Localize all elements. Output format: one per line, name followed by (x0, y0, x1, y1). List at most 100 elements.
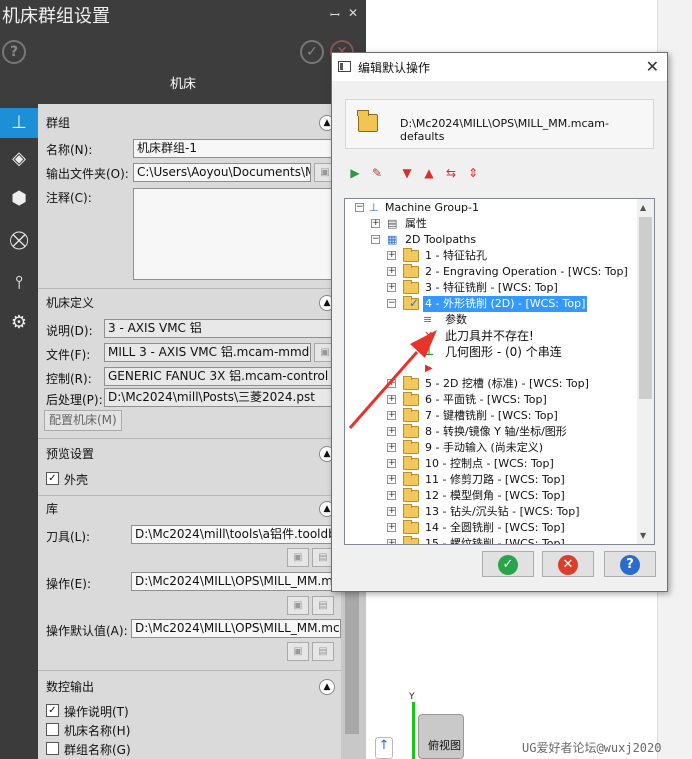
scroll-up-icon[interactable]: ▲ (640, 203, 646, 212)
browse-tool-icon[interactable]: ▣ (287, 548, 309, 567)
wand-icon[interactable]: ✎ (368, 163, 386, 183)
ops-library-field[interactable]: D:\Mc2024\MILL\OPS\MILL_MM.mcam (131, 572, 341, 591)
close-icon[interactable]: ✕ (646, 57, 659, 76)
tree-op[interactable]: + 6 - 平面铣 - [WCS: Top] (387, 392, 637, 408)
move-down-icon[interactable]: ▼ (398, 163, 416, 183)
tree-properties[interactable]: + ▤ 属性 (371, 216, 571, 232)
browse-ops-icon[interactable]: ▣ (287, 596, 309, 615)
collapse-toggle-icon[interactable]: − (371, 235, 380, 244)
tree-op[interactable]: + 5 - 2D 挖槽 (标准) - [WCS: Top] (387, 376, 637, 392)
expand-toggle-icon[interactable]: + (387, 523, 396, 532)
tree-op[interactable]: + 9 - 手动输入 (尚未定义) (387, 440, 637, 456)
tree-op-label: 9 - 手动输入 (尚未定义) (425, 441, 544, 454)
expand-toggle-icon[interactable]: + (387, 283, 396, 292)
cancel-button[interactable]: ✕ (542, 551, 594, 577)
group-section-header[interactable]: 群组 ▲ (38, 112, 341, 134)
tree-child-params[interactable]: ≡ 参数 (423, 312, 623, 328)
up-arrow-icon[interactable]: ↑ (375, 737, 393, 759)
collapse-icon[interactable]: ▲ (319, 679, 335, 695)
machine-tab-icon[interactable]: ⊥ (0, 108, 38, 138)
tree-op[interactable]: + 7 - 键槽铣削 - [WCS: Top] (387, 408, 637, 424)
collapse-toggle-icon[interactable]: − (355, 203, 364, 212)
select-arrow-icon[interactable]: ▶ (346, 163, 364, 183)
panel-header: 机床群组设置 ꟷ ✕ ? ✓ ✕ 机床 (0, 0, 366, 104)
machine-name-checkbox[interactable] (46, 723, 59, 736)
group-name-checkbox[interactable] (46, 742, 59, 755)
help-icon[interactable]: ? (2, 40, 26, 64)
nc-output-section-header[interactable]: 数控输出 ▲ (38, 676, 341, 698)
expand-toggle-icon[interactable]: + (387, 491, 396, 500)
edit-ops-icon[interactable]: ▤ (312, 596, 334, 615)
preview-section-header[interactable]: 预览设置 ▲ (38, 443, 341, 465)
toolpaths-icon: ▦ (387, 233, 398, 246)
tool-settings-icon[interactable]: ◈ (0, 144, 38, 174)
edit-defaults-icon[interactable]: ▤ (312, 642, 334, 661)
help-button[interactable]: ? (604, 551, 656, 577)
close-icon[interactable]: ✕ (348, 6, 358, 20)
folder-icon (403, 472, 419, 486)
open-folder-icon[interactable] (357, 110, 378, 132)
expand-toggle-icon[interactable]: + (387, 459, 396, 468)
expand-toggle-icon[interactable]: + (387, 411, 396, 420)
safety-zone-icon[interactable]: ⛒ (0, 226, 38, 256)
tree-op-selected[interactable]: − ✓ 4 - 外形铣削 (2D) - [WCS: Top] (387, 296, 637, 312)
output-folder-field[interactable]: C:\Users\Aoyou\Documents\M (133, 163, 311, 182)
collapse-toggle-icon[interactable]: − (387, 299, 396, 308)
tree-op[interactable]: + 2 - Engraving Operation - [WCS: Top] (387, 264, 637, 280)
scroll-down-icon[interactable]: ▼ (640, 531, 646, 540)
tool-library-label: 刀具(L): (46, 530, 91, 544)
tree-op[interactable]: + 15 - 螺纹铣削 - [WCS: Top] (387, 536, 637, 545)
expand-toggle-icon[interactable]: + (387, 379, 396, 388)
pin-icon[interactable]: ꟷ (330, 6, 340, 23)
stock-setup-icon[interactable]: ⬢ (0, 184, 38, 214)
expand-collapse-icon[interactable]: ⇕ (464, 163, 482, 183)
description-field: 3 - AXIS VMC 铝 (104, 319, 341, 338)
tree-child-geometry[interactable]: ⊥ 几何图形 - (0) 个串连 (423, 344, 623, 360)
operations-tree[interactable]: − ⊥ Machine Group-1 + ▤ 属性 − ▦ 2D Toolpa… (344, 198, 655, 545)
tree-op[interactable]: + 3 - 特征铣削 - [WCS: Top] (387, 280, 637, 296)
tree-op-label: 15 - 螺纹铣削 - [WCS: Top] (425, 537, 565, 545)
tool-icon[interactable]: ⫯ (0, 268, 38, 298)
name-field[interactable]: 机床群组-1 (133, 139, 341, 158)
expand-toggle-icon[interactable]: + (387, 267, 396, 276)
tree-op[interactable]: + 14 - 全圆铣削 - [WCS: Top] (387, 520, 637, 536)
tree-child-tool[interactable]: ✕ 此刀具并不存在! (423, 328, 623, 344)
defaults-field[interactable]: D:\Mc2024\MILL\OPS\MILL_MM.mcam- (131, 619, 341, 638)
tree-op[interactable]: + 11 - 修剪刀路 - [WCS: Top] (387, 472, 637, 488)
tree-root[interactable]: − ⊥ Machine Group-1 (355, 200, 635, 216)
expand-toggle-icon[interactable]: + (387, 539, 396, 544)
expand-toggle-icon[interactable]: + (387, 507, 396, 516)
properties-icon[interactable]: ⚙ (0, 308, 38, 338)
ok-button[interactable]: ✓ (482, 551, 534, 577)
browse-defaults-icon[interactable]: ▣ (287, 642, 309, 661)
expand-toggle-icon[interactable]: + (387, 443, 396, 452)
tree-op[interactable]: + 1 - 特征钻孔 (387, 248, 637, 264)
move-up-icon[interactable]: ▲ (420, 163, 438, 183)
tree-toolpaths[interactable]: − ▦ 2D Toolpaths (371, 232, 631, 248)
op-description-checkbox[interactable]: ✓ (46, 704, 59, 717)
tree-op[interactable]: + 12 - 模型倒角 - [WCS: Top] (387, 488, 637, 504)
configure-machine-button[interactable]: 配置机床(M) (44, 410, 122, 431)
tool-library-field[interactable]: D:\Mc2024\mill\tools\a铝件.tooldb (131, 525, 341, 544)
tree-scrollbar[interactable]: ▲ ▼ (637, 199, 654, 544)
tree-op[interactable]: + 13 - 钻头/沉头钻 - [WCS: Top] (387, 504, 637, 520)
library-section-header[interactable]: 库 ▲ (38, 498, 341, 520)
shell-checkbox[interactable]: ✓ (46, 472, 59, 485)
expand-toggle-icon[interactable]: + (387, 475, 396, 484)
tree-scrollbar-thumb[interactable] (639, 217, 652, 399)
tree-op-label: 10 - 控制点 - [WCS: Top] (425, 457, 554, 470)
tree-op-label: 1 - 特征钻孔 (425, 249, 487, 262)
y-axis-indicator (412, 702, 415, 759)
expand-toggle-icon[interactable]: + (371, 219, 380, 228)
expand-toggle-icon[interactable]: + (387, 395, 396, 404)
tree-op[interactable]: + 10 - 控制点 - [WCS: Top] (387, 456, 637, 472)
move-into-icon[interactable]: ⇆ (442, 163, 460, 183)
comment-field[interactable] (133, 188, 341, 280)
machine-section-header[interactable]: 机床定义 ▲ (38, 292, 341, 314)
expand-toggle-icon[interactable]: + (387, 251, 396, 260)
group-name-label: 群组名称(G) (64, 743, 131, 757)
ok-icon[interactable]: ✓ (300, 40, 324, 64)
library-section-title: 库 (46, 502, 59, 516)
expand-toggle-icon[interactable]: + (387, 427, 396, 436)
tree-op[interactable]: + 8 - 转换/镜像 Y 轴/坐标/图形 (387, 424, 637, 440)
